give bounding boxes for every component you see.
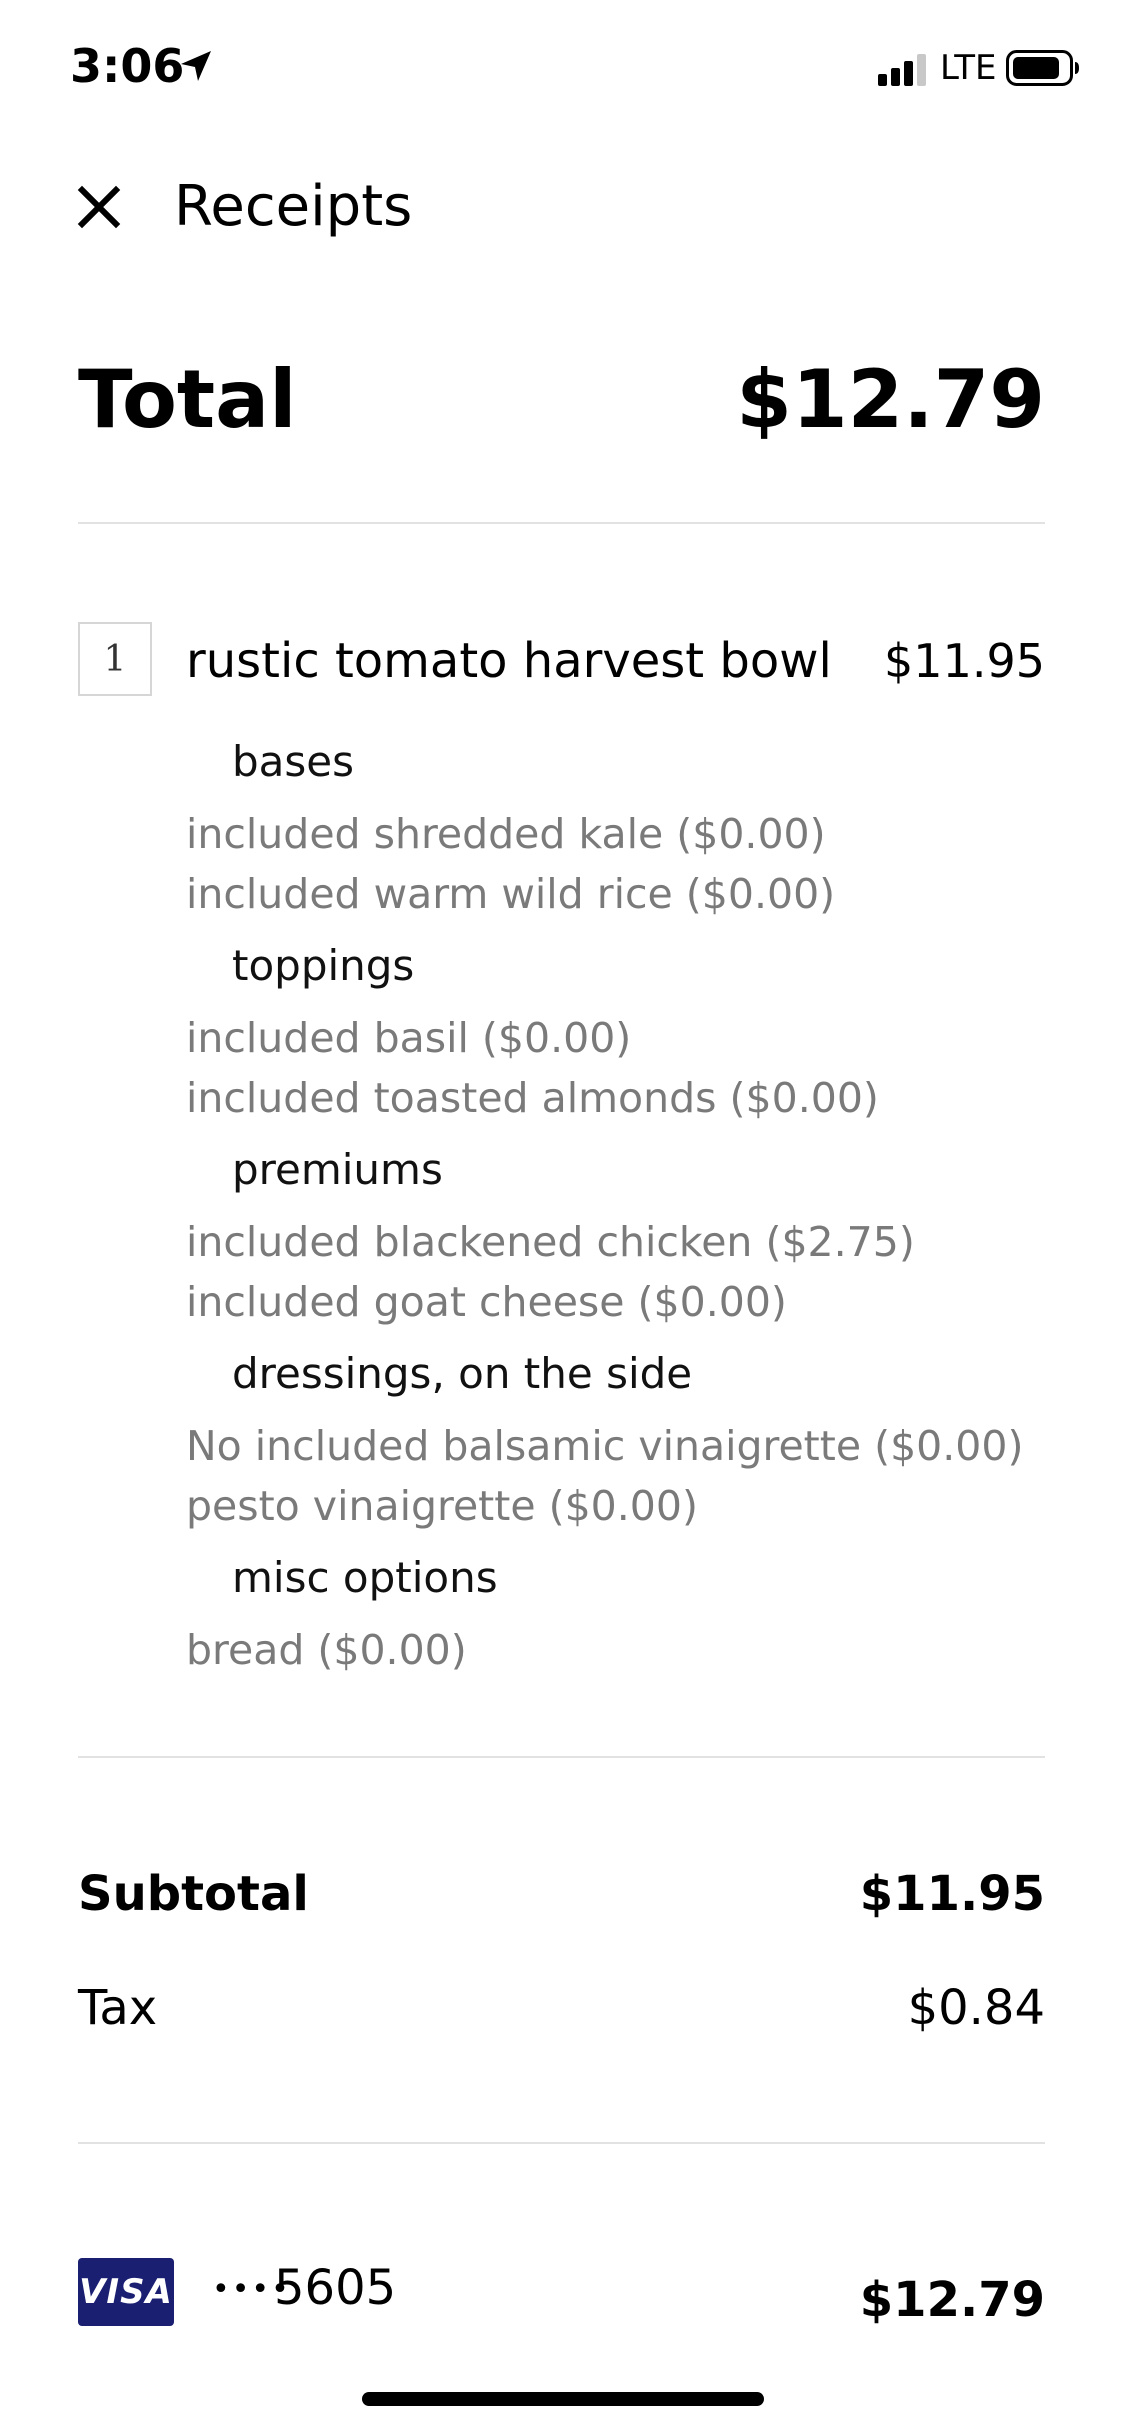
option-line: included toasted almonds ($0.00) bbox=[186, 1074, 879, 1122]
tax-label: Tax bbox=[78, 1980, 158, 2036]
option-line: No included balsamic vinaigrette ($0.00) bbox=[186, 1422, 1024, 1470]
close-icon[interactable] bbox=[72, 180, 126, 234]
network-type: LTE bbox=[940, 48, 997, 88]
location-arrow-icon bbox=[178, 48, 214, 84]
option-line: included basil ($0.00) bbox=[186, 1014, 632, 1062]
option-line: included blackened chicken ($2.75) bbox=[186, 1218, 915, 1266]
option-line: bread ($0.00) bbox=[186, 1626, 467, 1674]
status-time: 3:06 bbox=[70, 39, 185, 93]
option-group-heading: toppings bbox=[232, 941, 415, 990]
option-group-heading: misc options bbox=[232, 1553, 498, 1602]
subtotal-value: $11.95 bbox=[859, 1866, 1045, 1922]
option-group-heading: bases bbox=[232, 737, 355, 786]
item-name: rustic tomato harvest bowl bbox=[186, 633, 832, 689]
home-indicator[interactable] bbox=[362, 2392, 764, 2406]
item-quantity: 1 bbox=[78, 622, 152, 696]
option-line: included warm wild rice ($0.00) bbox=[186, 870, 836, 918]
option-group-heading: dressings, on the side bbox=[232, 1349, 693, 1398]
total-value: $12.79 bbox=[736, 353, 1045, 446]
visa-card-icon: VISA bbox=[78, 2258, 174, 2326]
divider bbox=[78, 2142, 1045, 2144]
option-group-heading: premiums bbox=[232, 1145, 443, 1194]
payment-amount: $12.79 bbox=[859, 2272, 1045, 2328]
cellular-signal-icon bbox=[878, 52, 934, 86]
battery-icon bbox=[1006, 50, 1080, 86]
option-line: pesto vinaigrette ($0.00) bbox=[186, 1482, 698, 1530]
card-last4: 5605 bbox=[274, 2260, 397, 2316]
subtotal-label: Subtotal bbox=[78, 1866, 309, 1922]
option-line: included shredded kale ($0.00) bbox=[186, 810, 826, 858]
total-label: Total bbox=[78, 353, 297, 446]
divider bbox=[78, 522, 1045, 524]
divider bbox=[78, 1756, 1045, 1758]
tax-value: $0.84 bbox=[907, 1980, 1045, 2036]
item-price: $11.95 bbox=[884, 634, 1045, 688]
page-title: Receipts bbox=[174, 174, 413, 239]
option-line: included goat cheese ($0.00) bbox=[186, 1278, 787, 1326]
